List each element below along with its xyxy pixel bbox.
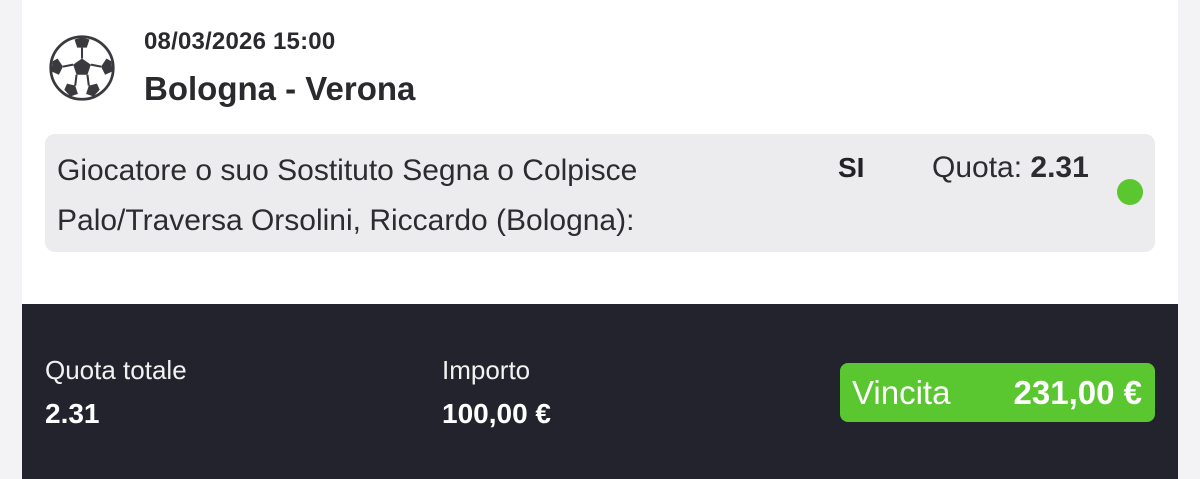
bet-card: 08/03/2026 15:00 Bologna - Verona Giocat… xyxy=(22,0,1178,479)
stake-label: Importo xyxy=(442,355,531,385)
soccer-ball-icon xyxy=(49,35,115,101)
match-datetime: 08/03/2026 15:00 xyxy=(144,28,336,55)
selection-row[interactable]: Giocatore o suo Sostituto Segna o Colpis… xyxy=(45,134,1155,252)
stake-value: 100,00 € xyxy=(442,398,551,429)
bet-summary-footer: Quota totale 2.31 Importo 100,00 € Vinci… xyxy=(22,304,1178,479)
selection-description: Giocatore o suo Sostituto Segna o Colpis… xyxy=(57,154,638,237)
match-title: Bologna - Verona xyxy=(144,70,416,107)
total-odds-label: Quota totale xyxy=(45,355,187,385)
odds-label: Quota: xyxy=(932,151,1023,184)
selection-choice: SI xyxy=(838,152,865,183)
potential-win-button[interactable]: Vincita 231,00 € xyxy=(840,363,1155,422)
status-dot-icon xyxy=(1117,179,1143,205)
total-odds-value: 2.31 xyxy=(45,398,100,429)
win-amount: 231,00 € xyxy=(1013,373,1142,411)
selection-odds: Quota: 2.31 xyxy=(932,151,1089,185)
win-label: Vincita xyxy=(852,373,951,411)
odds-value: 2.31 xyxy=(1030,151,1089,184)
